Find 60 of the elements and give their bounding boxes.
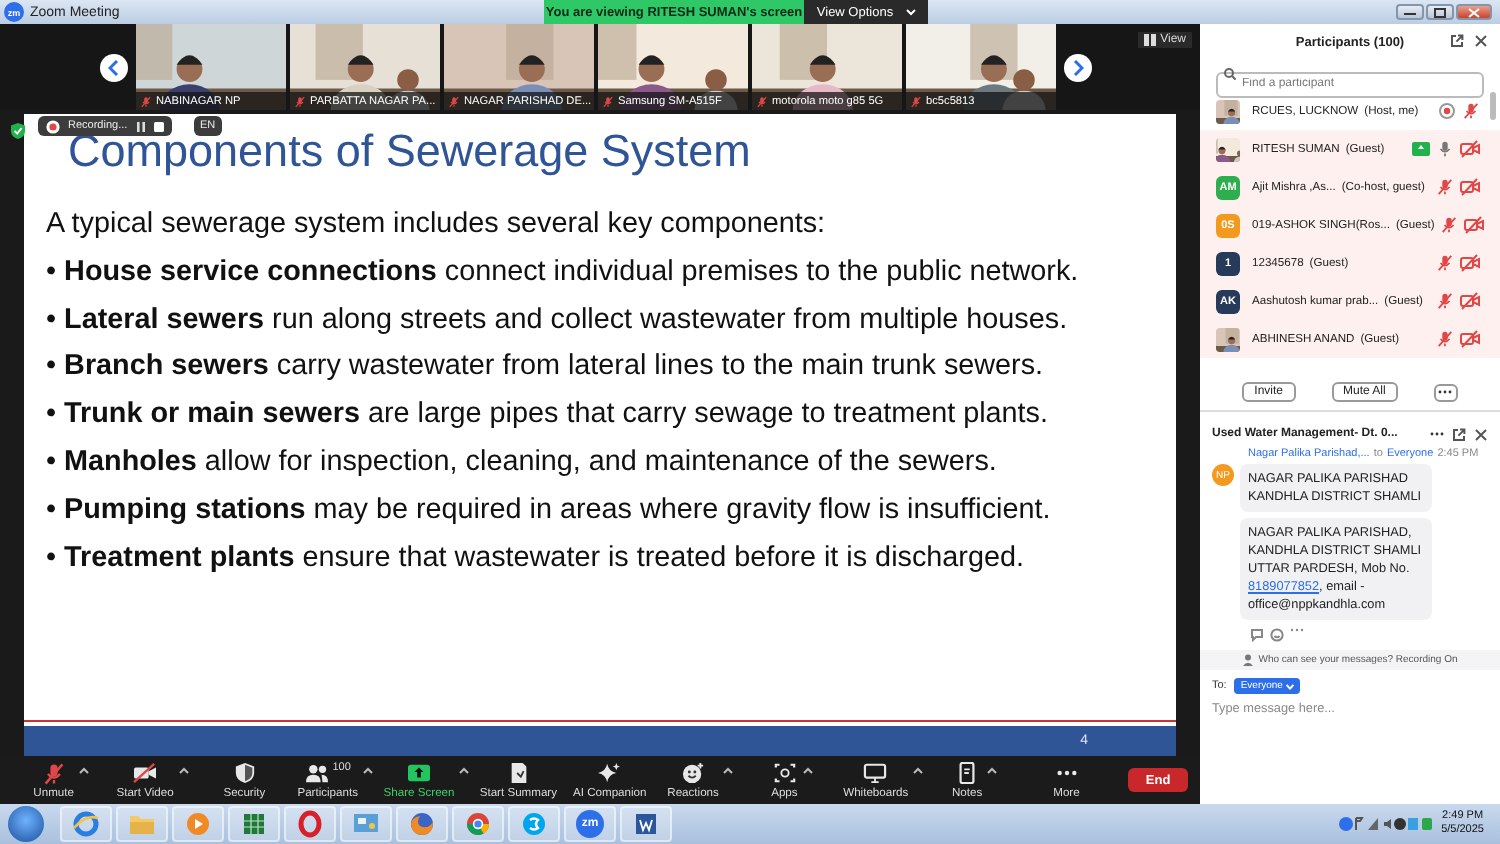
person-icon — [1242, 654, 1255, 666]
bullet-point: • Manholes allow for inspection, cleaning, and maintenance of the sewers. — [46, 443, 999, 482]
caret-icon[interactable] — [986, 765, 999, 775]
minimize-icon — [1404, 8, 1416, 16]
notes-icon — [954, 761, 981, 783]
whiteboard-icon — [862, 761, 889, 783]
pop-out-icon[interactable] — [1452, 427, 1466, 441]
more-button[interactable] — [1433, 383, 1458, 401]
caret-icon[interactable] — [362, 765, 374, 775]
system-tray-icons[interactable] — [1337, 816, 1434, 832]
spreadsheet-icon[interactable] — [228, 806, 280, 842]
bullet-point: • Pumping stations may be required in areas where gravity flow is insufficient. — [46, 491, 1053, 530]
search-icon — [1224, 67, 1236, 79]
smiley-icon — [680, 761, 707, 783]
close-icon — [1468, 7, 1480, 17]
ring-icon[interactable] — [284, 806, 336, 842]
bullet-point: • Lateral sewers run along streets and collect wastewater from multiple houses. — [46, 301, 1070, 340]
close-icon[interactable] — [1474, 34, 1488, 48]
stop-icon[interactable] — [153, 121, 164, 131]
maximize-button[interactable] — [1426, 4, 1454, 20]
recording-icon — [1438, 102, 1456, 120]
next-button[interactable] — [1064, 53, 1092, 81]
document-icon[interactable] — [620, 806, 672, 842]
bullet-point: • House service connections connect individual premises to the public network. — [46, 253, 1081, 292]
minimize-button[interactable] — [1396, 4, 1424, 20]
bullet-point: • Branch sewers carry wastewater from lateral lines to the main trunk sewers. — [46, 348, 1046, 387]
chrome-icon[interactable] — [452, 806, 504, 842]
caret-icon[interactable] — [912, 765, 925, 775]
caret-icon[interactable] — [458, 765, 471, 775]
chevron-right-icon — [1072, 59, 1084, 75]
screen-share-icon — [1412, 142, 1430, 156]
layout-icon — [1144, 34, 1157, 46]
caret-icon — [905, 8, 916, 16]
caret-icon — [1286, 683, 1295, 689]
bullet-point: • Trunk or main sewers are large pipes that carry sewage to treatment plants. — [46, 396, 1050, 435]
close-icon[interactable] — [1474, 427, 1488, 441]
start-button[interactable] — [8, 806, 44, 842]
close-button[interactable] — [1456, 4, 1492, 20]
caret-icon[interactable] — [177, 765, 190, 775]
chevron-left-icon — [108, 59, 120, 75]
pause-icon[interactable] — [135, 121, 146, 131]
bullet-point: • Treatment plants ensure that wastewater is treated before it is discharged. — [46, 539, 1026, 578]
reply-icon[interactable] — [1250, 628, 1264, 642]
caret-icon[interactable] — [801, 765, 814, 775]
shield-icon — [231, 761, 258, 783]
maximize-icon — [1434, 7, 1446, 17]
sparkle-icon — [596, 761, 623, 783]
share-screen-icon — [406, 761, 433, 783]
caret-icon[interactable] — [77, 765, 90, 775]
browser-icon[interactable] — [60, 806, 112, 842]
pop-out-icon[interactable] — [1450, 34, 1464, 48]
apps-icon — [771, 761, 798, 783]
recording-icon — [46, 119, 60, 133]
people-icon — [304, 761, 331, 783]
chat-bubble-icon[interactable] — [508, 806, 560, 842]
fox-browser-icon[interactable] — [396, 806, 448, 842]
previous-button[interactable] — [100, 53, 128, 81]
caret-icon[interactable] — [722, 765, 735, 775]
emoji-icon[interactable] — [1270, 628, 1284, 642]
slide-text: A typical sewerage system includes several key components: — [46, 206, 828, 244]
